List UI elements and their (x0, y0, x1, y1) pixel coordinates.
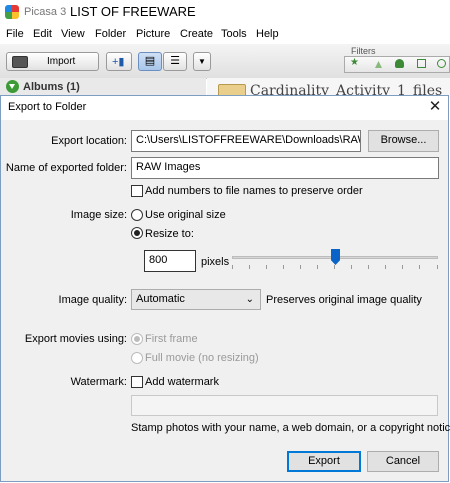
import-button[interactable]: Import (6, 52, 99, 71)
first-frame-radio[interactable] (131, 333, 143, 345)
browse-button[interactable]: Browse... (368, 130, 439, 152)
list-view-button[interactable]: ☰ (163, 52, 187, 71)
image-size-label: Image size: (70, 209, 127, 221)
filter-bar: ★ (344, 56, 450, 73)
menu-edit[interactable]: Edit (33, 28, 52, 40)
window-title: LIST OF FREEWARE (70, 4, 196, 19)
menu-view[interactable]: View (61, 28, 85, 40)
menu-tools[interactable]: Tools (221, 28, 247, 40)
menu-picture[interactable]: Picture (136, 28, 170, 40)
camera-icon (12, 56, 28, 68)
menu-bar: File Edit View Folder Picture Create Too… (0, 24, 450, 44)
menu-folder[interactable]: Folder (95, 28, 126, 40)
add-album-icon: +▮ (112, 56, 125, 68)
add-numbers-label: Add numbers to file names to preserve or… (145, 185, 363, 197)
cancel-button[interactable]: Cancel (367, 451, 439, 472)
collapse-icon[interactable] (6, 80, 19, 93)
export-location-label: Export location: (51, 135, 127, 147)
folder-name-label: Name of exported folder: (5, 162, 127, 174)
pixels-label: pixels (201, 256, 230, 268)
list-view-icon: ☰ (170, 55, 180, 67)
add-numbers-checkbox[interactable] (131, 185, 143, 197)
menu-help[interactable]: Help (256, 28, 279, 40)
filters-label: Filters (351, 46, 376, 56)
resize-to-label: Resize to: (145, 228, 194, 240)
image-quality-value: Automatic (136, 293, 185, 305)
watermark-text-field[interactable] (131, 395, 438, 416)
watermark-label: Watermark: (70, 376, 127, 388)
thumbnail-view-button[interactable]: ▤ (138, 52, 162, 71)
add-watermark-label: Add watermark (145, 376, 219, 388)
albums-label: Albums (1) (23, 81, 80, 93)
picasa-logo-icon (5, 5, 19, 19)
export-location-field[interactable]: C:\Users\LISTOFFREEWARE\Downloads\RAW Im… (131, 130, 361, 152)
add-to-album-button[interactable]: +▮ (106, 52, 132, 71)
add-watermark-checkbox[interactable] (131, 376, 143, 388)
slider-ticks (232, 265, 438, 269)
chevron-down-icon: ⌄ (245, 294, 254, 305)
people-filter-icon[interactable] (395, 59, 404, 68)
close-icon[interactable]: ✕ (425, 97, 445, 117)
menu-create[interactable]: Create (180, 28, 213, 40)
app-name: Picasa 3 (24, 6, 67, 18)
image-quality-note: Preserves original image quality (266, 294, 422, 306)
grid-view-icon: ▤ (144, 55, 156, 67)
full-movie-label: Full movie (no resizing) (145, 352, 259, 364)
use-original-size-radio[interactable] (131, 209, 143, 221)
upload-filter-icon[interactable] (375, 61, 382, 68)
star-filter-icon[interactable]: ★ (350, 57, 359, 68)
export-movies-label: Export movies using: (24, 333, 127, 345)
use-original-size-label: Use original size (145, 209, 226, 221)
chevron-down-icon: ▼ (198, 57, 206, 66)
resize-value-field[interactable]: 800 (144, 250, 196, 272)
resize-to-radio[interactable] (131, 227, 143, 239)
full-movie-radio[interactable] (131, 352, 143, 364)
menu-file[interactable]: File (6, 28, 24, 40)
app-titlebar (0, 0, 450, 24)
view-options-dropdown[interactable]: ▼ (193, 52, 211, 71)
dialog-title: Export to Folder (8, 101, 87, 113)
folder-name-field[interactable]: RAW Images (131, 157, 439, 179)
movie-filter-icon[interactable] (417, 59, 426, 68)
image-quality-select[interactable]: Automatic ⌄ (131, 289, 261, 310)
image-quality-label: Image quality: (58, 294, 127, 306)
export-button[interactable]: Export (287, 451, 361, 472)
first-frame-label: First frame (145, 333, 198, 345)
stamp-note: Stamp photos with your name, a web domai… (131, 422, 450, 434)
geotag-filter-icon[interactable] (437, 59, 446, 68)
